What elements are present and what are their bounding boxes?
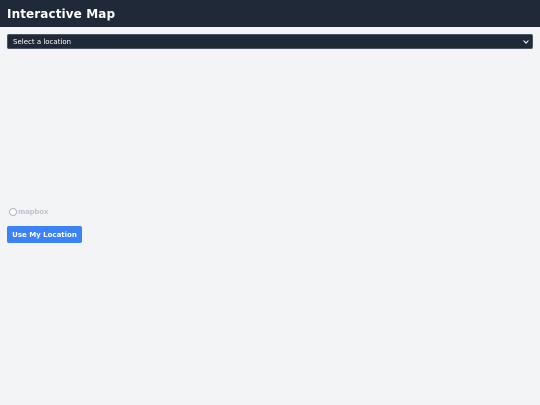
chevron-down-icon bbox=[522, 38, 529, 45]
use-my-location-button[interactable]: Use My Location bbox=[7, 226, 82, 243]
mapbox-logo[interactable]: mapbox bbox=[9, 208, 48, 216]
map-canvas[interactable]: mapbox bbox=[7, 52, 533, 218]
page-title: Interactive Map bbox=[7, 6, 116, 21]
location-select[interactable]: Select a location bbox=[7, 34, 533, 49]
location-select-value: Select a location bbox=[13, 37, 72, 46]
app-header: Interactive Map bbox=[0, 0, 540, 27]
mapbox-logo-text: mapbox bbox=[18, 208, 49, 216]
mapbox-logo-icon bbox=[9, 208, 17, 216]
